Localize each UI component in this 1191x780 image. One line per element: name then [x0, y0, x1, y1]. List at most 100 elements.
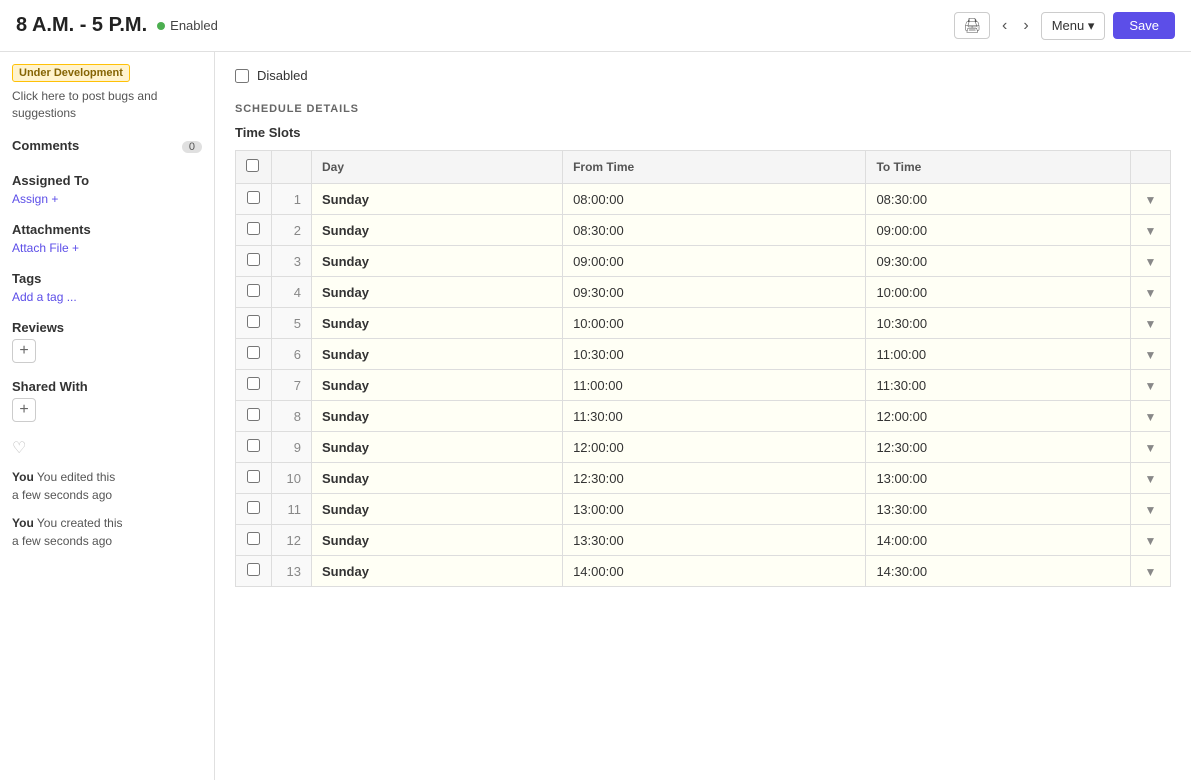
bug-link[interactable]: Click here to post bugs and suggestions [12, 88, 202, 122]
row-to-time: 14:30:00 [866, 556, 1131, 587]
row-from-time: 08:00:00 [563, 184, 866, 215]
row-number: 6 [272, 339, 312, 370]
row-checkbox-cell [236, 184, 272, 215]
chevron-down-icon[interactable]: ▼ [1145, 472, 1157, 486]
th-day: Day [312, 151, 563, 184]
row-checkbox-cell [236, 246, 272, 277]
row-action[interactable]: ▼ [1131, 556, 1171, 587]
assigned-to-section: Assigned To Assign + [12, 173, 202, 206]
table-row: 11 Sunday 13:00:00 13:30:00 ▼ [236, 494, 1171, 525]
row-from-time: 12:30:00 [563, 463, 866, 494]
row-action[interactable]: ▼ [1131, 215, 1171, 246]
row-day: Sunday [312, 494, 563, 525]
th-from-time: From Time [563, 151, 866, 184]
comments-section: Comments 0 [12, 138, 202, 157]
chevron-down-icon[interactable]: ▼ [1145, 255, 1157, 269]
chevron-down-icon[interactable]: ▼ [1145, 348, 1157, 362]
under-dev-badge: Under Development [12, 64, 130, 82]
row-day: Sunday [312, 339, 563, 370]
row-checkbox[interactable] [247, 377, 260, 390]
row-from-time: 10:30:00 [563, 339, 866, 370]
row-action[interactable]: ▼ [1131, 463, 1171, 494]
attach-file-button[interactable]: Attach File + [12, 241, 202, 255]
schedule-details-title: SCHEDULE DETAILS [235, 103, 1171, 115]
add-review-button[interactable]: + [12, 339, 36, 363]
row-number: 12 [272, 525, 312, 556]
row-number: 9 [272, 432, 312, 463]
row-day: Sunday [312, 370, 563, 401]
row-action[interactable]: ▼ [1131, 525, 1171, 556]
prev-button[interactable]: ‹ [998, 15, 1011, 37]
row-checkbox[interactable] [247, 284, 260, 297]
row-checkbox-cell [236, 370, 272, 401]
chevron-down-icon[interactable]: ▼ [1145, 534, 1157, 548]
table-row: 4 Sunday 09:30:00 10:00:00 ▼ [236, 277, 1171, 308]
row-checkbox[interactable] [247, 315, 260, 328]
row-checkbox-cell [236, 215, 272, 246]
row-checkbox[interactable] [247, 470, 260, 483]
row-action[interactable]: ▼ [1131, 339, 1171, 370]
table-row: 5 Sunday 10:00:00 10:30:00 ▼ [236, 308, 1171, 339]
disabled-row: Disabled [235, 68, 1171, 83]
print-button[interactable]: 🖨 [954, 12, 990, 39]
disabled-checkbox[interactable] [235, 69, 249, 83]
chevron-down-icon[interactable]: ▼ [1145, 286, 1157, 300]
row-day: Sunday [312, 432, 563, 463]
row-checkbox[interactable] [247, 191, 260, 204]
row-number: 13 [272, 556, 312, 587]
activity-2-you: You [12, 516, 34, 530]
row-action[interactable]: ▼ [1131, 184, 1171, 215]
row-checkbox[interactable] [247, 563, 260, 576]
row-number: 3 [272, 246, 312, 277]
activity-1-time: a few seconds ago [12, 488, 112, 502]
status-dot [157, 22, 165, 30]
row-from-time: 14:00:00 [563, 556, 866, 587]
row-action[interactable]: ▼ [1131, 370, 1171, 401]
select-all-checkbox[interactable] [246, 159, 259, 172]
row-checkbox-cell [236, 494, 272, 525]
row-action[interactable]: ▼ [1131, 308, 1171, 339]
row-number: 4 [272, 277, 312, 308]
row-checkbox[interactable] [247, 439, 260, 452]
chevron-down-icon[interactable]: ▼ [1145, 317, 1157, 331]
th-action [1131, 151, 1171, 184]
menu-button[interactable]: Menu ▾ [1041, 12, 1106, 40]
chevron-down-icon[interactable]: ▼ [1145, 441, 1157, 455]
shared-with-label: Shared With [12, 379, 202, 394]
attachments-section: Attachments Attach File + [12, 222, 202, 255]
row-checkbox[interactable] [247, 501, 260, 514]
row-action[interactable]: ▼ [1131, 246, 1171, 277]
row-checkbox-cell [236, 277, 272, 308]
add-tag-button[interactable]: Add a tag ... [12, 290, 202, 304]
chevron-down-icon[interactable]: ▼ [1145, 410, 1157, 424]
save-button[interactable]: Save [1113, 12, 1175, 39]
row-to-time: 13:30:00 [866, 494, 1131, 525]
row-checkbox[interactable] [247, 253, 260, 266]
row-checkbox-cell [236, 432, 272, 463]
chevron-down-icon[interactable]: ▼ [1145, 565, 1157, 579]
row-action[interactable]: ▼ [1131, 277, 1171, 308]
row-day: Sunday [312, 308, 563, 339]
row-action[interactable]: ▼ [1131, 401, 1171, 432]
th-checkbox [236, 151, 272, 184]
row-action[interactable]: ▼ [1131, 432, 1171, 463]
chevron-down-icon[interactable]: ▼ [1145, 503, 1157, 517]
row-checkbox[interactable] [247, 532, 260, 545]
chevron-down-icon[interactable]: ▼ [1145, 379, 1157, 393]
row-checkbox-cell [236, 339, 272, 370]
row-checkbox[interactable] [247, 408, 260, 421]
row-checkbox[interactable] [247, 346, 260, 359]
row-action[interactable]: ▼ [1131, 494, 1171, 525]
activity-1: You You edited this a few seconds ago [12, 468, 202, 504]
add-shared-button[interactable]: + [12, 398, 36, 422]
chevron-down-icon[interactable]: ▼ [1145, 224, 1157, 238]
next-button[interactable]: › [1019, 15, 1032, 37]
chevron-down-icon[interactable]: ▼ [1145, 193, 1157, 207]
table-row: 2 Sunday 08:30:00 09:00:00 ▼ [236, 215, 1171, 246]
assign-button[interactable]: Assign + [12, 192, 202, 206]
row-from-time: 10:00:00 [563, 308, 866, 339]
under-dev-section: Under Development Click here to post bug… [12, 64, 202, 122]
row-number: 11 [272, 494, 312, 525]
row-checkbox[interactable] [247, 222, 260, 235]
table-row: 12 Sunday 13:30:00 14:00:00 ▼ [236, 525, 1171, 556]
